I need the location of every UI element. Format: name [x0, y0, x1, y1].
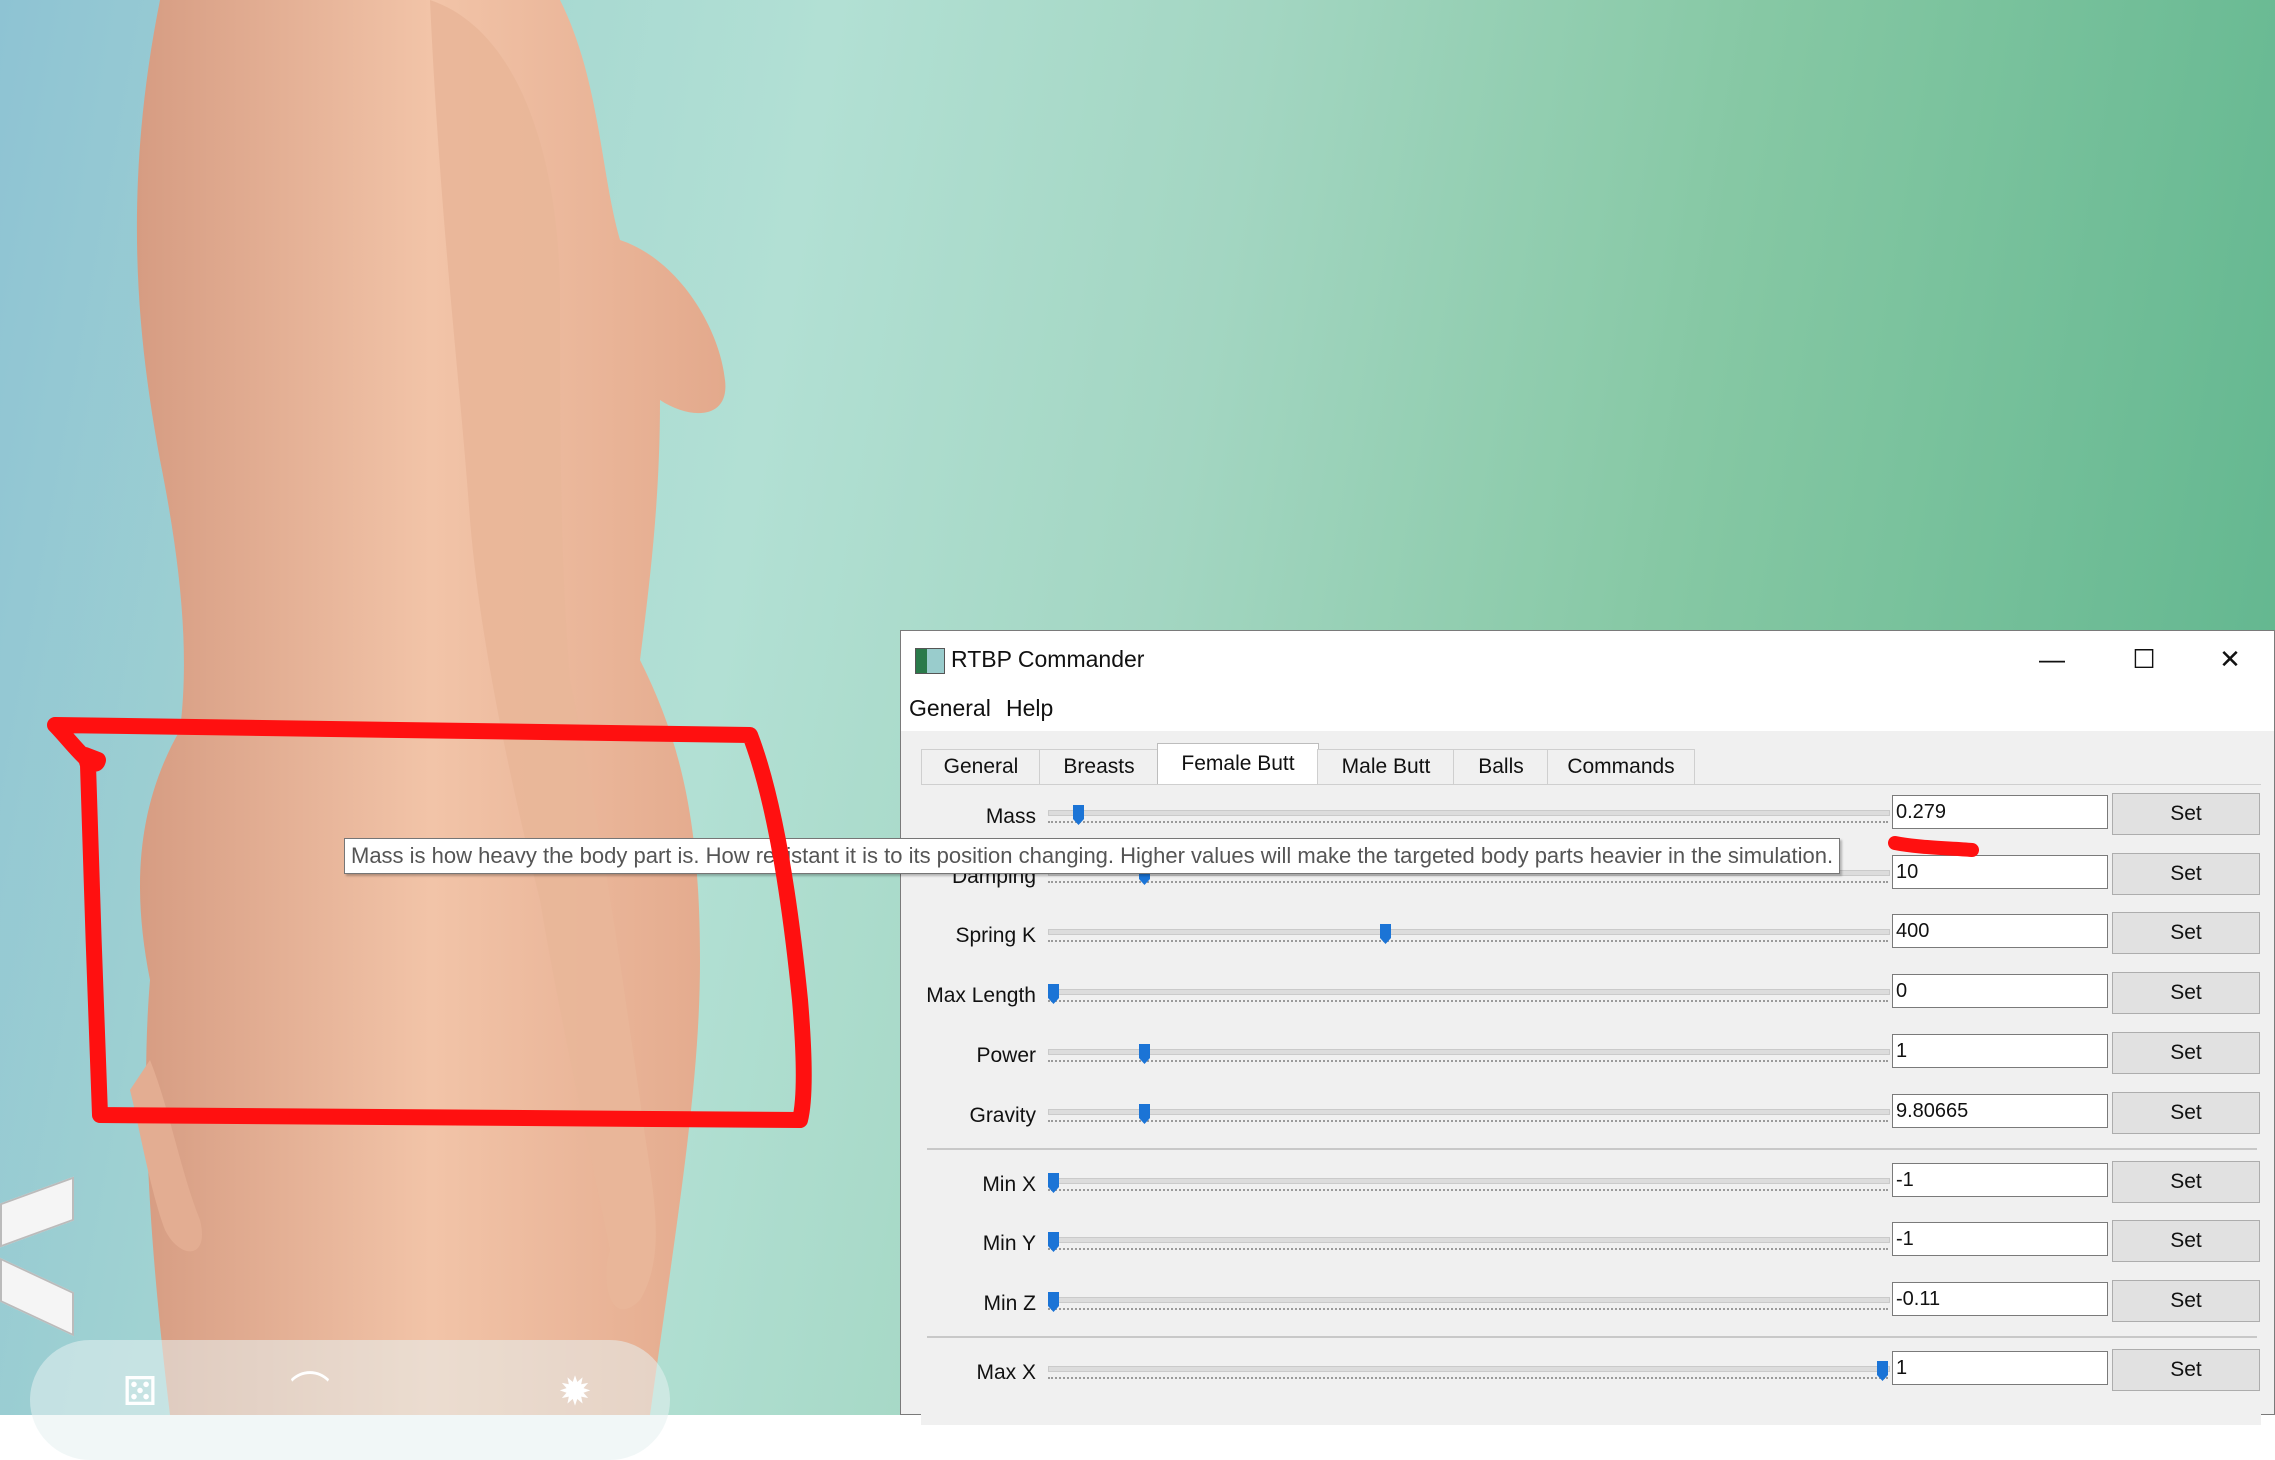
maximize-button[interactable]: ☐: [2098, 631, 2190, 687]
power-input[interactable]: [1892, 1034, 2108, 1068]
gravity-label: Gravity: [969, 1104, 1036, 1127]
min-y-set-button[interactable]: Set: [2112, 1220, 2260, 1262]
menu-help[interactable]: Help: [1006, 695, 1053, 722]
sim-character: [130, 0, 726, 1415]
power-set-button[interactable]: Set: [2112, 1032, 2260, 1074]
tab-breasts[interactable]: Breasts: [1039, 749, 1159, 784]
tab-balls[interactable]: Balls: [1453, 749, 1549, 784]
app-icon: [915, 648, 945, 674]
title-bar[interactable]: RTBP Commander — ☐ ✕: [901, 631, 2274, 687]
tab-general[interactable]: General: [921, 749, 1041, 784]
min-x-set-button[interactable]: Set: [2112, 1161, 2260, 1203]
mass-slider[interactable]: [1048, 805, 1890, 829]
tab-female-butt[interactable]: Female Butt: [1157, 743, 1319, 786]
minimize-button[interactable]: —: [2006, 631, 2098, 687]
tab-male-butt[interactable]: Male Butt: [1317, 749, 1455, 784]
row-gravity: Gravity Set: [921, 1092, 2261, 1138]
gravity-input[interactable]: [1892, 1094, 2108, 1128]
separator: [927, 1148, 2257, 1150]
spring-k-slider[interactable]: [1048, 924, 1890, 948]
max-length-set-button[interactable]: Set: [2112, 972, 2260, 1014]
star-burst-icon[interactable]: ✹: [545, 1370, 605, 1415]
damping-set-button[interactable]: Set: [2112, 853, 2260, 895]
row-spring-k: Spring K Set: [921, 912, 2261, 958]
menu-bar: General Help: [901, 687, 2274, 731]
menu-general[interactable]: General: [909, 695, 991, 722]
row-max-x: Max X Set: [921, 1349, 2261, 1395]
hanger-icon[interactable]: ⌒: [280, 1370, 340, 1415]
damping-input[interactable]: [1892, 855, 2108, 889]
tab-commands[interactable]: Commands: [1547, 749, 1695, 784]
min-x-label: Min X: [982, 1173, 1036, 1196]
rtbp-commander-window: RTBP Commander — ☐ ✕ General Help Genera…: [900, 630, 2275, 1425]
gravity-slider[interactable]: [1048, 1104, 1890, 1128]
min-x-slider[interactable]: [1048, 1173, 1890, 1197]
mass-tooltip: Mass is how heavy the body part is. How …: [344, 838, 1841, 874]
dice-icon[interactable]: ⚄: [110, 1370, 170, 1415]
max-x-set-button[interactable]: Set: [2112, 1349, 2260, 1391]
mass-set-button[interactable]: Set: [2112, 793, 2260, 835]
close-button[interactable]: ✕: [2184, 631, 2275, 687]
spring-k-input[interactable]: [1892, 914, 2108, 948]
min-z-label: Min Z: [983, 1292, 1037, 1315]
female-butt-panel: Mass Set Damping Set Spring K Set Max Le…: [921, 784, 2261, 1425]
spring-k-label: Spring K: [955, 924, 1036, 947]
max-length-label: Max Length: [926, 984, 1036, 1007]
row-mass: Mass Set: [921, 793, 2261, 839]
power-slider[interactable]: [1048, 1044, 1890, 1068]
gravity-set-button[interactable]: Set: [2112, 1092, 2260, 1134]
max-x-slider[interactable]: [1048, 1361, 1890, 1385]
spring-k-set-button[interactable]: Set: [2112, 912, 2260, 954]
row-max-length: Max Length Set: [921, 972, 2261, 1018]
row-min-y: Min Y Set: [921, 1220, 2261, 1266]
min-x-input[interactable]: [1892, 1163, 2108, 1197]
mass-input[interactable]: [1892, 795, 2108, 829]
min-y-slider[interactable]: [1048, 1232, 1890, 1256]
row-power: Power Set: [921, 1032, 2261, 1078]
separator: [927, 1336, 2257, 1338]
window-title: RTBP Commander: [951, 646, 1145, 672]
max-x-label: Max X: [976, 1361, 1036, 1384]
min-z-input[interactable]: [1892, 1282, 2108, 1316]
min-z-set-button[interactable]: Set: [2112, 1280, 2260, 1322]
row-min-x: Min X Set: [921, 1161, 2261, 1207]
row-min-z: Min Z Set: [921, 1280, 2261, 1326]
min-y-label: Min Y: [982, 1232, 1036, 1255]
min-y-input[interactable]: [1892, 1222, 2108, 1256]
mass-label: Mass: [985, 805, 1036, 828]
max-x-input[interactable]: [1892, 1351, 2108, 1385]
max-length-slider[interactable]: [1048, 984, 1890, 1008]
max-length-input[interactable]: [1892, 974, 2108, 1008]
power-label: Power: [976, 1044, 1036, 1067]
min-z-slider[interactable]: [1048, 1292, 1890, 1316]
